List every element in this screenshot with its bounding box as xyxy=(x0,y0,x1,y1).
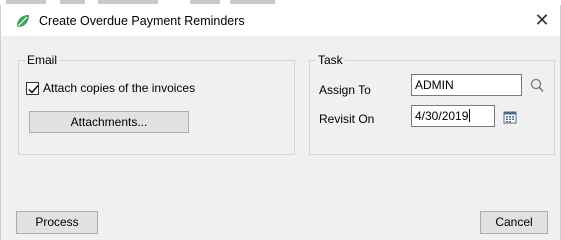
attach-copies-row[interactable]: Attach copies of the invoices xyxy=(26,81,195,95)
assign-to-value: ADMIN xyxy=(415,78,454,92)
task-group-label: Task xyxy=(316,53,345,67)
leaf-icon xyxy=(17,15,29,27)
email-group: Email Attach copies of the invoices Atta… xyxy=(18,53,295,155)
email-group-label: Email xyxy=(25,53,60,67)
dialog-window: Create Overdue Payment Reminders ✕ Email… xyxy=(0,5,561,240)
title-bar: Create Overdue Payment Reminders ✕ xyxy=(1,5,560,36)
task-group: Task Assign To ADMIN Revisit On 4/30/201… xyxy=(309,53,555,155)
window-title: Create Overdue Payment Reminders xyxy=(39,14,245,28)
assign-to-input[interactable]: ADMIN xyxy=(411,74,522,96)
checkmark-icon xyxy=(28,84,39,94)
attach-copies-label: Attach copies of the invoices xyxy=(43,81,196,95)
magnifier-icon[interactable] xyxy=(529,78,545,94)
text-caret xyxy=(469,109,471,122)
revisit-on-label: Revisit On xyxy=(319,112,375,126)
close-button[interactable]: ✕ xyxy=(530,8,554,32)
close-icon: ✕ xyxy=(534,10,550,30)
revisit-on-input[interactable]: 4/30/2019 xyxy=(411,105,495,127)
revisit-on-value: 4/30/2019 xyxy=(415,109,469,123)
attachments-button[interactable]: Attachments... xyxy=(29,111,189,133)
cancel-button[interactable]: Cancel xyxy=(480,211,548,234)
assign-to-label: Assign To xyxy=(319,83,371,97)
process-button[interactable]: Process xyxy=(16,211,98,234)
attach-copies-checkbox[interactable] xyxy=(26,81,39,95)
calendar-icon[interactable] xyxy=(503,110,517,124)
